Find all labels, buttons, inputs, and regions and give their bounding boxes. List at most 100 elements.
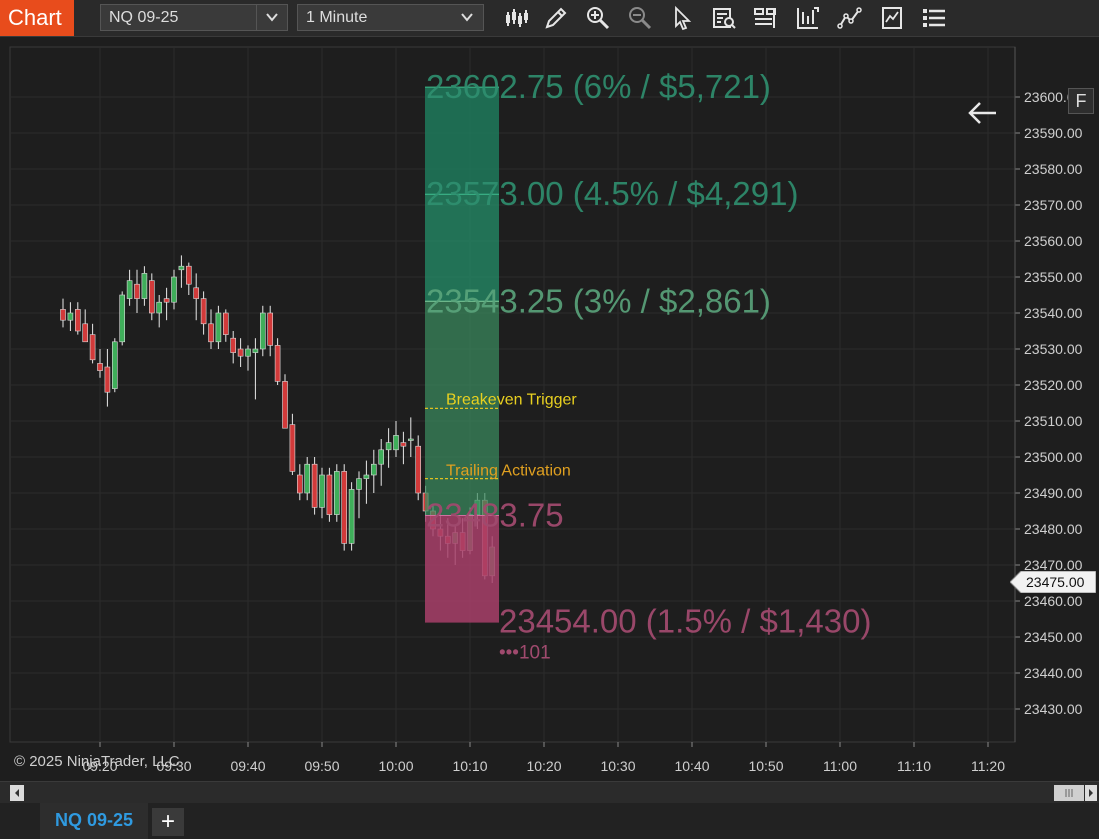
candle-body (141, 273, 148, 299)
price-tick-label: 23430.00 (1024, 701, 1083, 717)
instrument-selector[interactable]: NQ 09-25 (100, 4, 288, 31)
price-tick-label: 23590.00 (1024, 125, 1083, 141)
candle-body (104, 366, 111, 393)
time-tick-label: 09:40 (230, 758, 265, 774)
copyright-text: © 2025 NinjaTrader, LLC (14, 753, 180, 770)
candle-body (348, 489, 355, 544)
target-label-3: 23543.25 (3% / $2,861) (426, 282, 771, 319)
app-title[interactable]: Chart (0, 0, 74, 36)
price-tick-label: 23530.00 (1024, 341, 1083, 357)
chart-panel[interactable]: 23602.75 (6% / $5,721) 23573.00 (4.5% / … (0, 37, 1099, 780)
price-tick-label: 23580.00 (1024, 161, 1083, 177)
interval-value: 1 Minute (306, 9, 368, 26)
stop-label: 23454.00 (1.5% / $1,430) (499, 603, 871, 640)
current-price-marker: 23475.00 (1010, 571, 1096, 593)
candle-body (163, 298, 170, 303)
candle-body (319, 474, 325, 508)
stop-quantity-label: •••101 (499, 643, 551, 664)
current-price-value: 23475.00 (1026, 574, 1085, 590)
price-tick-label: 23460.00 (1024, 593, 1083, 609)
candle-body (215, 312, 222, 343)
candle-body (259, 312, 266, 350)
price-tick-label: 23560.00 (1024, 233, 1083, 249)
time-tick-label: 10:00 (378, 758, 413, 774)
candle-body (415, 445, 422, 494)
chevron-down-icon[interactable] (256, 5, 287, 30)
tab-nq-09-25[interactable]: NQ 09-25 (40, 803, 148, 839)
candle-body (126, 280, 133, 299)
scroll-thumb[interactable] (1054, 785, 1084, 801)
candle-body (89, 334, 96, 361)
price-tick-label: 23490.00 (1024, 485, 1083, 501)
candle-body (230, 337, 236, 353)
chevron-down-icon (461, 13, 473, 22)
chart-toolbar: Chart NQ 09-25 1 Minute (0, 0, 1099, 37)
candle-body (60, 309, 66, 321)
candle-body (252, 348, 259, 353)
candle-body (245, 348, 251, 357)
time-tick-label: 10:30 (600, 758, 635, 774)
zoom-out-icon[interactable] (626, 4, 654, 32)
candle-body (385, 442, 392, 451)
candle-body (200, 298, 207, 325)
target-label-2: 23573.00 (4.5% / $4,291) (426, 175, 798, 212)
time-tick-label: 10:10 (452, 758, 487, 774)
candle-body (311, 463, 318, 508)
pointer-icon[interactable] (668, 4, 696, 32)
price-chart[interactable]: 23602.75 (6% / $5,721) 23573.00 (4.5% / … (0, 37, 1099, 780)
interval-selector[interactable]: 1 Minute (297, 4, 484, 31)
time-tick-label: 11:00 (823, 758, 857, 774)
candle-body (378, 449, 385, 465)
arrow-left-icon[interactable] (966, 99, 998, 127)
candle-body (370, 463, 377, 476)
candle-body (333, 471, 340, 515)
candle-body (282, 381, 288, 429)
candle-body (156, 301, 162, 314)
price-tick-label: 23450.00 (1024, 629, 1083, 645)
time-tick-label: 10:50 (748, 758, 783, 774)
time-tick-label: 11:10 (897, 758, 931, 774)
candle-body (119, 294, 125, 343)
scroll-right-button[interactable] (1085, 785, 1097, 801)
candle-body (274, 345, 281, 382)
candle-body (149, 280, 155, 314)
candle-body (208, 323, 214, 343)
templates-icon[interactable] (752, 4, 780, 32)
horizontal-scrollbar[interactable] (0, 781, 1099, 804)
entry-label: 23483.75 (426, 497, 564, 534)
candle-body (75, 309, 81, 332)
candle-body (171, 276, 177, 303)
add-tab-button[interactable]: + (152, 808, 184, 836)
bar-type-icon[interactable] (502, 4, 530, 32)
f-button[interactable]: F (1068, 88, 1094, 114)
candle-body (97, 363, 103, 371)
strategies-icon[interactable] (794, 4, 822, 32)
price-tick-label: 23570.00 (1024, 197, 1083, 213)
candle-body (326, 474, 333, 515)
properties-icon[interactable] (878, 4, 906, 32)
list-icon[interactable] (920, 4, 948, 32)
time-tick-label: 10:40 (674, 758, 709, 774)
scroll-left-button[interactable] (10, 785, 24, 801)
candle-body (82, 323, 88, 343)
risk-reward-tool: 23602.75 (6% / $5,721) 23573.00 (4.5% / … (425, 68, 871, 664)
data-box-icon[interactable] (710, 4, 738, 32)
candle-body (178, 265, 185, 271)
time-tick-label: 11:20 (971, 758, 1005, 774)
candle-body (289, 424, 296, 472)
candle-body (186, 265, 192, 285)
candle-body (223, 312, 229, 335)
draw-pencil-icon[interactable] (542, 4, 570, 32)
target-label-1: 23602.75 (6% / $5,721) (426, 68, 771, 105)
time-tick-label: 10:20 (526, 758, 561, 774)
candle-body (341, 471, 348, 544)
candle-body (304, 463, 311, 494)
candle-body (400, 442, 407, 447)
candle-body (193, 287, 199, 299)
candle-body (67, 312, 74, 321)
price-tick-label: 23540.00 (1024, 305, 1083, 321)
price-tick-label: 23520.00 (1024, 377, 1083, 393)
indicators-icon[interactable] (836, 4, 864, 32)
zoom-in-icon[interactable] (584, 4, 612, 32)
candle-body (356, 478, 362, 490)
